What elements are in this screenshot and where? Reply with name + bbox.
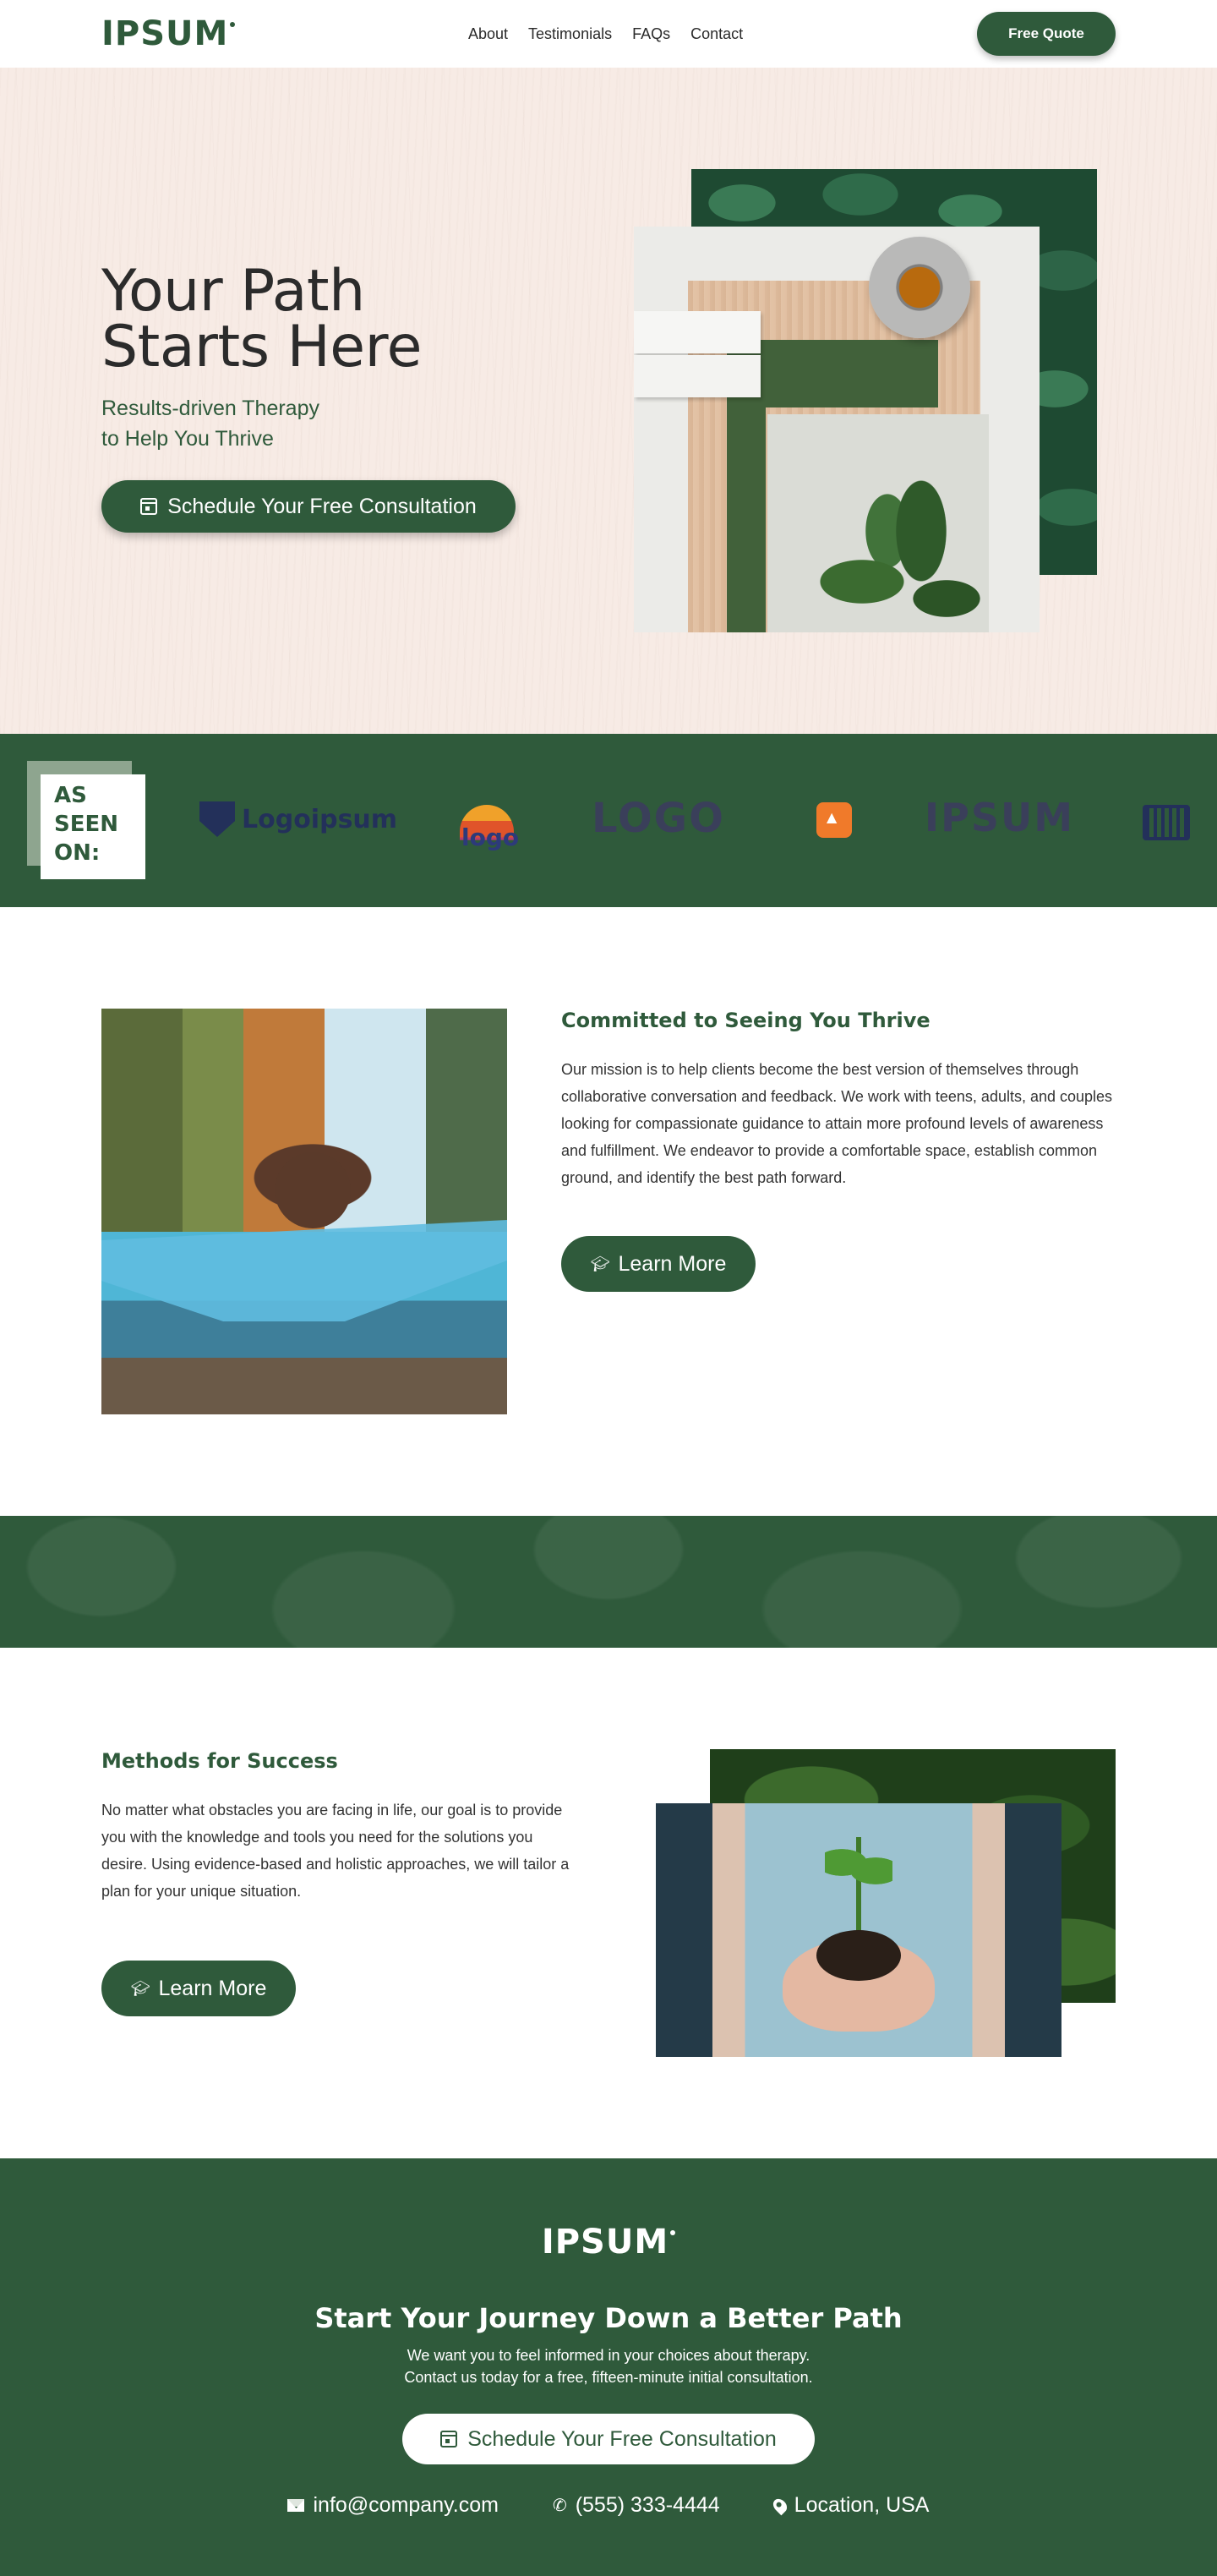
location-text: Location, USA: [794, 2493, 930, 2517]
hammock: [101, 1220, 507, 1321]
arrow-up-icon: [816, 802, 852, 838]
hero-schedule-button[interactable]: Schedule Your Free Consultation: [101, 480, 516, 533]
partner-name: logo: [461, 823, 520, 851]
sprout: [825, 1837, 892, 1939]
shield-icon: [199, 801, 235, 837]
partner-logo-arrow: [816, 802, 852, 838]
mission-body: Our mission is to help clients become th…: [561, 1061, 1113, 1186]
calendar-icon: [440, 2431, 458, 2447]
phone-text: (555) 333-4444: [575, 2493, 720, 2517]
soil: [816, 1930, 901, 1981]
succulent-banner: [0, 1516, 1217, 1648]
hero-subtitle-line2: to Help You Thrive: [101, 427, 274, 451]
seen-label-line1: AS: [54, 783, 87, 808]
footer-description: We want you to feel informed in your cho…: [0, 2344, 1217, 2388]
learn-more-label: Learn More: [618, 1251, 727, 1276]
contact-row: info@company.com ✆ (555) 333-4444 Locati…: [0, 2493, 1217, 2518]
partner-name: LOGO: [592, 795, 725, 842]
nav-link-faqs[interactable]: FAQs: [632, 25, 670, 43]
hero-schedule-label: Schedule Your Free Consultation: [167, 494, 477, 518]
footer-desc-line2: Contact us today for a free, fifteen-min…: [404, 2369, 813, 2386]
flatlay-white-block: [634, 355, 761, 397]
partner-logo-logoipsum: Logoipsum: [199, 801, 397, 837]
flatlay-green-strip: [727, 407, 766, 632]
partner-name: IPSUM: [925, 795, 1075, 840]
methods-learn-more-button[interactable]: 🎓︎ Learn More: [101, 1961, 296, 2016]
hero-subtitle: Results-driven Therapy to Help You Thriv…: [101, 393, 319, 454]
stripes-icon: [1143, 805, 1190, 840]
person-hat: [275, 1152, 351, 1228]
nav-link-contact[interactable]: Contact: [690, 25, 743, 43]
mission-title: Committed to Seeing You Thrive: [561, 1009, 930, 1032]
seen-label: AS SEEN ON:: [54, 781, 132, 867]
hero-title: Your Path Starts Here: [101, 263, 422, 376]
mail-icon: [287, 2499, 305, 2512]
as-seen-on-section: AS SEEN ON: Logoipsum logo LOGO IPSUM: [0, 734, 1217, 907]
graduation-cap-icon: 🎓︎: [130, 1980, 150, 1997]
hero-flatlay-image: [634, 227, 1040, 632]
calendar-icon: [140, 498, 158, 515]
seen-label-line2: SEEN: [54, 812, 119, 837]
seen-label-line3: ON:: [54, 840, 101, 866]
contact-email[interactable]: info@company.com: [287, 2493, 499, 2518]
footer-schedule-label: Schedule Your Free Consultation: [467, 2426, 777, 2451]
methods-section: Methods for Success No matter what obsta…: [0, 1648, 1217, 2158]
partner-logo-sun: logo: [460, 805, 520, 864]
sprout-in-hands-photo: [656, 1803, 1061, 2057]
flatlay-white-block: [634, 311, 761, 353]
site-logo[interactable]: IPSUM: [101, 14, 236, 53]
contact-location[interactable]: Location, USA: [770, 2493, 930, 2518]
hero-section: Your Path Starts Here Results-driven The…: [0, 68, 1217, 734]
email-text: info@company.com: [313, 2493, 499, 2517]
mission-section: Committed to Seeing You Thrive Our missi…: [0, 907, 1217, 1516]
cta-footer: IPSUM Start Your Journey Down a Better P…: [0, 2158, 1217, 2576]
hero-subtitle-line1: Results-driven Therapy: [101, 397, 319, 420]
graduation-cap-icon: 🎓︎: [590, 1255, 610, 1272]
free-quote-button[interactable]: Free Quote: [977, 12, 1116, 56]
footer-title: Start Your Journey Down a Better Path: [314, 2302, 903, 2334]
methods-body: No matter what obstacles you are facing …: [101, 1802, 570, 1900]
phone-icon: ✆: [552, 2497, 567, 2515]
site-header: IPSUM About Testimonials FAQs Contact Fr…: [0, 0, 1217, 68]
mission-learn-more-button[interactable]: 🎓︎ Learn More: [561, 1236, 756, 1292]
flatlay-plant: [803, 480, 989, 632]
hammock-photo: [101, 1009, 507, 1414]
partner-logo-ipsum: IPSUM: [925, 795, 1074, 840]
logo-dot: [670, 2230, 676, 2235]
partner-logo-stripes: [1143, 805, 1190, 840]
contact-phone[interactable]: ✆ (555) 333-4444: [553, 2493, 720, 2518]
nav-link-testimonials[interactable]: Testimonials: [528, 25, 612, 43]
flatlay-candle: [869, 237, 970, 338]
learn-more-label: Learn More: [158, 1976, 267, 2000]
logo-dot: [230, 22, 236, 27]
nav-link-about[interactable]: About: [468, 25, 508, 43]
hero-title-line2: Starts Here: [101, 314, 422, 380]
footer-schedule-button[interactable]: Schedule Your Free Consultation: [402, 2414, 815, 2464]
logo-text: IPSUM: [541, 2223, 669, 2262]
methods-title: Methods for Success: [101, 1749, 338, 1773]
partner-logo-loqo: LOGO: [592, 795, 725, 842]
main-nav: About Testimonials FAQs Contact: [468, 0, 743, 68]
footer-desc-line1: We want you to feel informed in your cho…: [407, 2347, 810, 2364]
footer-logo[interactable]: IPSUM: [0, 2223, 1217, 2262]
logo-text: IPSUM: [101, 14, 229, 53]
partner-name: Logoipsum: [242, 804, 398, 834]
location-pin-icon: [770, 2496, 789, 2515]
seen-label-box: AS SEEN ON:: [41, 774, 145, 879]
